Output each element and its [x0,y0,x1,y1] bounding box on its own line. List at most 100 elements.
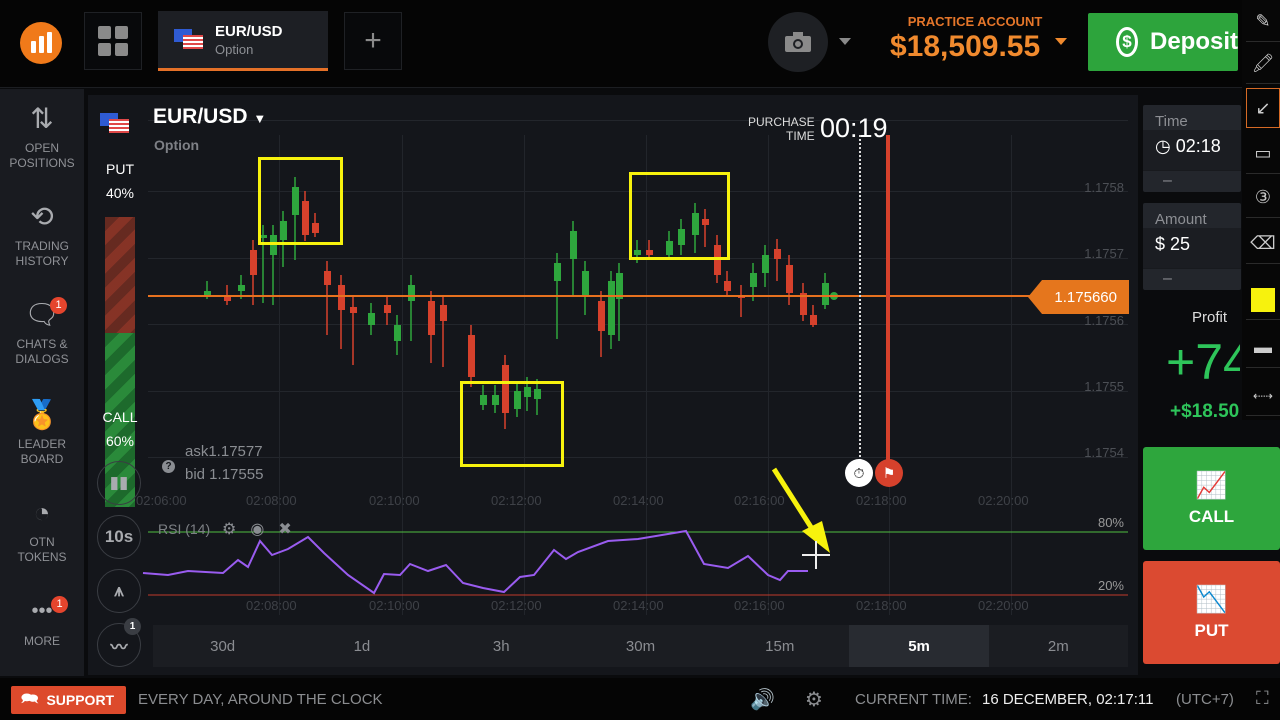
color-picker-yellow[interactable] [1246,280,1280,320]
drawing-toolbar: ✎ 🖍 ↙ ▭ ③ ⌫ ▬ ⇠⇢ [1242,0,1280,420]
numbers-tool-icon[interactable]: ③ [1246,178,1280,218]
candle-body [250,250,257,275]
asset-tab-eurusd[interactable]: EUR/USD Option [158,11,328,71]
grid-icon [98,26,128,56]
rsi-lower-label: 20% [1097,578,1124,593]
app-logo[interactable] [20,22,62,64]
yellow-arrow-annotation [771,467,830,569]
rectangle-tool-icon[interactable]: ▭ [1246,134,1280,174]
line-width-tool-icon[interactable]: ▬ [1246,328,1280,368]
drawing-tools-button[interactable]: ⩚ [97,569,141,613]
chat-badge: 1 [50,297,67,314]
trade-panel: Time ◷ 02:18 – Amount $ 25 – Profit +74%… [1140,95,1280,675]
support-button[interactable]: 🗪 SUPPORT [11,686,126,714]
amount-field[interactable]: Amount $ 25 – [1143,203,1241,290]
sidebar-item-otn-tokens[interactable]: ◔ OTN TOKENS [0,495,84,565]
expiry-time-field[interactable]: Time ◷ 02:18 – [1143,105,1241,192]
deposit-label: Deposit [1149,28,1238,55]
amount-input[interactable]: $ 25 [1143,228,1241,268]
candle-body [238,285,245,291]
sidebar-label: MORE [24,634,60,648]
support-hours-text: EVERY DAY, AROUND THE CLOCK [138,691,383,708]
sidebar-item-trading-history[interactable]: ⟲ TRADING HISTORY [0,199,84,269]
plus-icon: + [364,24,382,57]
put-button[interactable]: 📉 PUT [1143,561,1280,664]
fullscreen-icon[interactable]: ⛶ [1256,688,1269,709]
deposit-button[interactable]: $ Deposit [1088,13,1238,71]
x-tick: 02:06:00 [136,493,187,508]
candle-timeframe-button[interactable]: 10s [97,515,141,559]
sidebar-label: LEADER [17,437,67,451]
price-chart[interactable]: EUR/USD ▼ Option PUT 40% CALL 60% 1.1758… [88,95,1138,675]
sidebar-label: OPEN [24,141,59,155]
annotation-box [258,157,343,245]
timeframe-5m[interactable]: 5m [849,625,989,667]
account-balance[interactable]: $18,509.55 [890,30,1040,64]
rsi-remove-close-icon[interactable]: ✖ [278,519,291,539]
candle-body [554,263,561,281]
rsi-x-tick: 02:10:00 [369,598,420,613]
sidebar-label: HISTORY [15,254,69,268]
screenshot-dropdown-caret-icon[interactable] [839,38,851,45]
marker-tool-icon[interactable]: 🖍 [1246,44,1280,84]
rsi-x-tick: 02:14:00 [613,598,664,613]
timeframe-15m[interactable]: 15m [710,625,849,667]
sidebar-item-open-positions[interactable]: ⇅ OPEN POSITIONS [0,101,84,171]
call-button[interactable]: 📈 CALL [1143,447,1280,550]
rsi-settings-gear-icon[interactable]: ⚙ [222,519,236,539]
current-price-tag: 1.175660 [1028,280,1129,314]
help-icon[interactable]: ? [162,460,175,473]
sidebar-label: TOKENS [17,550,67,564]
compass-icon: ⩚ [114,581,124,600]
chart-type-candles-button[interactable]: ▮▮ [97,461,141,505]
chart-up-icon: 📈 [1195,470,1228,500]
timeframe-2m[interactable]: 2m [989,625,1128,667]
otn-token-icon: ◔ [33,496,51,528]
indicators-button[interactable]: 〰 1 [97,618,141,667]
eu-us-flag-icon [174,29,204,51]
sidebar-item-leaderboard[interactable]: 🏅 LEADER BOARD [0,397,84,467]
amount-label: Amount [1155,211,1207,228]
settings-gear-icon[interactable]: ⚙ [805,687,823,712]
rsi-visibility-eye-icon[interactable]: ◉ [250,519,264,539]
timeframe-1d[interactable]: 1d [292,625,431,667]
arrows-up-down-icon: ⇅ [30,102,54,134]
medal-icon: 🏅 [24,398,60,430]
time-decrease-button[interactable]: – [1143,171,1192,192]
ask-price: ask1.17577 [185,443,263,460]
timeframe-3h[interactable]: 3h [432,625,571,667]
candle-body [324,271,331,285]
candle-body [822,283,829,305]
rsi-x-tick: 02:16:00 [734,598,785,613]
candle-body [408,285,415,301]
timeframe-30m[interactable]: 30m [571,625,710,667]
sidebar-item-chats[interactable]: 🗨 1 CHATS & DIALOGS [0,297,84,367]
time-value[interactable]: ◷ 02:18 [1143,130,1241,170]
amount-increase-button[interactable] [1192,269,1241,290]
candle-body [810,315,817,325]
candle-body [394,325,401,341]
screenshot-button[interactable] [768,12,828,72]
sound-icon[interactable]: 🔊 [750,687,775,712]
rsi-label: RSI (14) [158,521,211,537]
arrow-tool-icon[interactable]: ↙ [1246,88,1280,128]
amount-decrease-button[interactable]: – [1143,269,1192,290]
timeframe-30d[interactable]: 30d [153,625,292,667]
candle-body [750,273,757,287]
add-tab-button[interactable]: + [344,12,402,70]
rsi-x-tick: 02:12:00 [491,598,542,613]
eraser-tool-icon[interactable]: ⌫ [1246,224,1280,264]
assets-grid-button[interactable] [84,12,142,70]
candle-body [384,305,391,313]
time-increase-button[interactable] [1192,171,1241,192]
pencil-tool-icon[interactable]: ✎ [1246,2,1280,42]
account-dropdown-caret-icon[interactable] [1055,38,1067,45]
history-clock-icon: ⟲ [30,200,54,232]
sidebar-item-more[interactable]: ••• 1 MORE [0,594,84,649]
x-tick: 02:20:00 [978,493,1029,508]
candle-body [468,335,475,377]
bid-price: bid 1.17555 [185,466,264,483]
candle-body [570,231,577,259]
timezone: (UTC+7) [1176,691,1234,708]
toolbar-move-arrows-icon[interactable]: ⇠⇢ [1246,376,1280,416]
